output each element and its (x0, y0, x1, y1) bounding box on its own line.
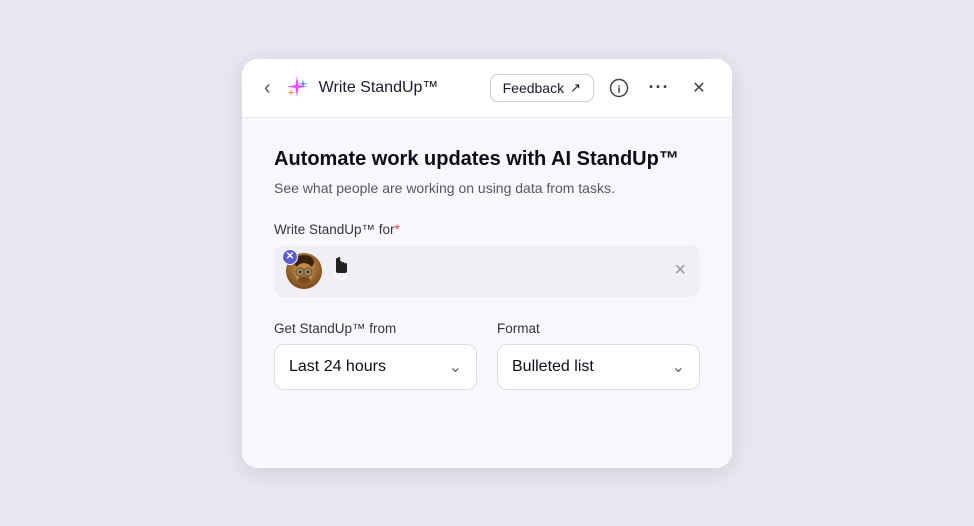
for-label: Write StandUp™ for* (274, 222, 700, 237)
get-from-value: Last 24 hours (289, 358, 386, 376)
sub-text: See what people are working on using dat… (274, 180, 700, 196)
get-from-dropdown[interactable]: Last 24 hours ⌄ (274, 344, 477, 390)
format-value: Bulleted list (512, 358, 594, 376)
back-button[interactable]: ‹ (260, 76, 275, 100)
chevron-down-icon: ⌄ (672, 357, 685, 377)
info-button[interactable]: i (604, 73, 634, 103)
sparkle-icon (283, 74, 311, 102)
main-title: Automate work updates with AI StandUp™ (274, 146, 700, 172)
format-dropdown[interactable]: Bulleted list ⌄ (497, 344, 700, 390)
svg-text:i: i (617, 83, 620, 95)
body: Automate work updates with AI StandUp™ S… (242, 118, 732, 468)
header-right: Feedback ↗ i ··· ✕ (490, 73, 714, 103)
feedback-label: Feedback (503, 80, 564, 96)
more-button[interactable]: ··· (644, 73, 674, 103)
info-icon: i (609, 78, 629, 98)
cursor-icon (330, 257, 352, 285)
feedback-button[interactable]: Feedback ↗ (490, 74, 594, 102)
get-from-label: Get StandUp™ from (274, 321, 477, 336)
clear-button[interactable]: × (672, 257, 688, 284)
user-input-box[interactable]: ✕ (274, 245, 700, 297)
required-marker: * (395, 222, 400, 237)
panel: ‹ Write StandUp™ Feedback ↗ i ··· ✕ (242, 59, 732, 468)
header-title: Write StandUp™ (319, 79, 439, 97)
header-left: ‹ Write StandUp™ (260, 74, 480, 102)
avatar-remove-button[interactable]: ✕ (282, 249, 298, 265)
close-button[interactable]: ✕ (684, 73, 714, 103)
get-from-field-group: Get StandUp™ from Last 24 hours ⌄ (274, 321, 477, 390)
chevron-down-icon: ⌄ (449, 357, 462, 377)
external-link-icon: ↗ (570, 80, 581, 96)
avatar-wrap: ✕ (286, 253, 322, 289)
avatar-remove-icon: ✕ (286, 252, 294, 262)
for-field-group: Write StandUp™ for* (274, 222, 700, 297)
format-label: Format (497, 321, 700, 336)
two-col-fields: Get StandUp™ from Last 24 hours ⌄ Format… (274, 321, 700, 390)
header: ‹ Write StandUp™ Feedback ↗ i ··· ✕ (242, 59, 732, 118)
format-field-group: Format Bulleted list ⌄ (497, 321, 700, 390)
